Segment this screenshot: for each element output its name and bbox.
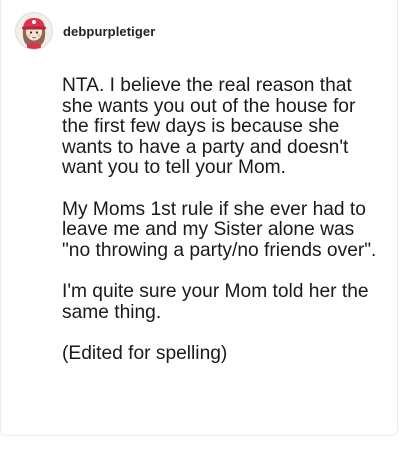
post-paragraph: My Moms 1st rule if she ever had to leav… <box>62 198 377 261</box>
post-header: debpurpletiger <box>15 10 155 52</box>
post-body: NTA. I believe the real reason that she … <box>62 75 380 386</box>
author-username[interactable]: debpurpletiger <box>63 24 155 39</box>
post-paragraph: (Edited for spelling) <box>62 343 228 364</box>
post-paragraph: NTA. I believe the real reason that she … <box>62 75 356 178</box>
post-card: debpurpletiger NTA. I believe the real r… <box>0 0 398 436</box>
avatar[interactable] <box>15 12 53 50</box>
post-paragraph: I'm quite sure your Mom told her the sam… <box>62 281 369 323</box>
cartoon-girl-avatar-icon <box>22 18 46 49</box>
